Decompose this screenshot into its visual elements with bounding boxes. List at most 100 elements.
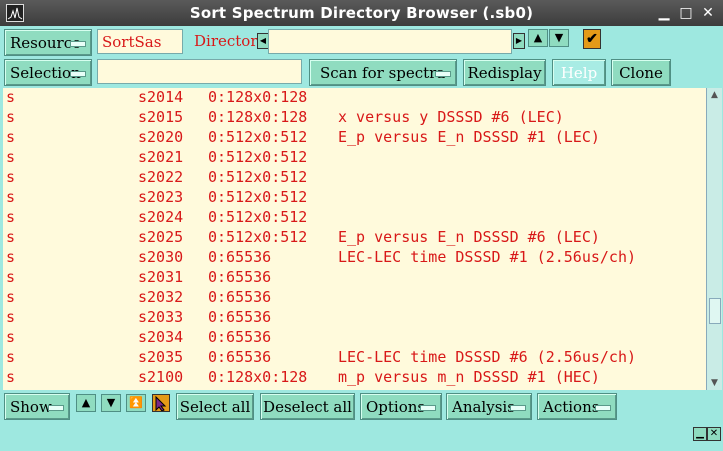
spectrum-desc: m_p versus m_n DSSSD #1 (HEC) xyxy=(338,368,600,386)
spectrum-type: s xyxy=(6,348,16,366)
deselect-all-button[interactable]: Deselect all xyxy=(260,393,355,420)
spectrum-name: s2022 xyxy=(138,168,184,186)
spectrum-desc: x versus y DSSSD #6 (LEC) xyxy=(338,108,564,126)
spectrum-name: s2024 xyxy=(138,208,184,226)
spectrum-name: s2025 xyxy=(138,228,184,246)
panel-minimize-button[interactable]: ▁ xyxy=(693,427,707,441)
deselect-all-label: Deselect all xyxy=(263,397,352,416)
right-arrow-icon: ▶ xyxy=(515,36,523,45)
spectrum-size: 0:65536 xyxy=(208,328,272,346)
spectrum-size: 0:65536 xyxy=(208,268,272,286)
dropdown-indicator-icon xyxy=(70,70,86,77)
spectrum-name: s2100 xyxy=(138,368,184,386)
minimize-button[interactable]: ▁ xyxy=(655,4,673,22)
actions-menu[interactable]: Actions xyxy=(537,393,617,420)
dropdown-indicator-icon xyxy=(420,404,436,411)
spectrum-size: 0:65536 xyxy=(208,308,272,326)
spectrum-type: s xyxy=(6,308,16,326)
spectrum-name: s2020 xyxy=(138,128,184,146)
spectrum-size: 0:512x0:512 xyxy=(208,188,308,206)
spectrum-name: s2030 xyxy=(138,248,184,266)
spectrum-desc: LEC-LEC time DSSSD #1 (2.56us/ch) xyxy=(338,248,637,266)
redisplay-label: Redisplay xyxy=(467,63,542,82)
scrollbar-thumb[interactable] xyxy=(709,298,721,324)
dropdown-indicator-icon xyxy=(48,404,64,411)
resource-menu[interactable]: Resource xyxy=(4,29,92,56)
panel-close-button[interactable]: ✕ xyxy=(707,427,721,441)
double-up-arrow-icon: ⏫ xyxy=(129,396,143,409)
maximize-button[interactable]: □ xyxy=(677,4,695,22)
redisplay-button[interactable]: Redisplay xyxy=(463,59,546,86)
spectrum-name: s2021 xyxy=(138,148,184,166)
dropdown-indicator-icon xyxy=(435,70,451,77)
dropdown-indicator-icon xyxy=(595,404,611,411)
help-label: Help xyxy=(560,63,598,82)
options-menu[interactable]: Options xyxy=(360,393,442,420)
move-top-button[interactable]: ⏫ xyxy=(126,394,146,412)
title-bar: Sort Spectrum Directory Browser (.sb0) ▁… xyxy=(0,0,723,26)
spectrum-type: s xyxy=(6,268,16,286)
spectrum-type: s xyxy=(6,208,16,226)
spectrum-size: 0:512x0:512 xyxy=(208,148,308,166)
spectrum-name: s2031 xyxy=(138,268,184,286)
spectrum-name: s2035 xyxy=(138,348,184,366)
spectrum-type: s xyxy=(6,148,16,166)
clone-label: Clone xyxy=(619,63,663,82)
scroll-up-arrow-icon[interactable]: ▲ xyxy=(709,90,720,100)
scroll-down-arrow-icon[interactable]: ▼ xyxy=(709,378,720,388)
spectrum-type: s xyxy=(6,288,16,306)
spectrum-type: s xyxy=(6,248,16,266)
scroll-down-button[interactable]: ▼ xyxy=(549,29,569,47)
vertical-scrollbar[interactable]: ▲ ▼ xyxy=(706,88,722,390)
spectrum-size: 0:128x0:128 xyxy=(208,88,308,106)
move-up-button[interactable]: ▲ xyxy=(76,394,96,412)
scan-for-spectra-menu[interactable]: Scan for spectra xyxy=(309,59,457,86)
spectrum-desc: E_p versus E_n DSSSD #6 (LEC) xyxy=(338,228,600,246)
select-all-label: Select all xyxy=(179,397,251,416)
spectrum-desc: LEC-LEC time DSSSD #6 (2.56us/ch) xyxy=(338,348,637,366)
spectrum-name: s2023 xyxy=(138,188,184,206)
spectrum-size: 0:65536 xyxy=(208,248,272,266)
spectrum-name: s2015 xyxy=(138,108,184,126)
spectrum-type: s xyxy=(6,168,16,186)
down-arrow-icon: ▼ xyxy=(554,31,564,44)
spectrum-type: s xyxy=(6,328,16,346)
up-arrow-icon: ▲ xyxy=(81,396,91,409)
help-button[interactable]: Help xyxy=(552,59,606,86)
spectrum-desc: E_p versus E_n DSSSD #1 (LEC) xyxy=(338,128,600,146)
spectrum-size: 0:512x0:512 xyxy=(208,168,308,186)
minimize-icon: ▁ xyxy=(696,428,704,439)
clone-button[interactable]: Clone xyxy=(611,59,671,86)
spectrum-size: 0:512x0:512 xyxy=(208,208,308,226)
spectrum-size: 0:65536 xyxy=(208,348,272,366)
directory-scroll-right-button[interactable]: ▶ xyxy=(513,33,525,49)
select-all-button[interactable]: Select all xyxy=(176,393,254,420)
show-checkbox[interactable] xyxy=(152,394,170,412)
selection-menu[interactable]: Selection xyxy=(4,59,92,86)
analysis-menu[interactable]: Analysis xyxy=(446,393,532,420)
spectrum-type: s xyxy=(6,368,16,386)
spectrum-list[interactable]: s s2014 0:128x0:128 s s2015 0:128x0:128 x vers… xyxy=(3,88,706,390)
directory-label: Directory xyxy=(194,32,266,50)
spectrum-name: s2032 xyxy=(138,288,184,306)
show-menu[interactable]: Show xyxy=(4,393,70,420)
maximize-icon: □ xyxy=(679,5,693,21)
down-arrow-icon: ▼ xyxy=(106,396,116,409)
spectrum-size: 0:512x0:512 xyxy=(208,228,308,246)
resource-field[interactable]: SortSas xyxy=(97,29,183,54)
window-title: Sort Spectrum Directory Browser (.sb0) xyxy=(189,4,534,22)
close-icon: ✕ xyxy=(709,428,719,439)
checkmark-icon: ✔ xyxy=(586,31,598,47)
close-button[interactable]: ✕ xyxy=(699,4,717,22)
move-down-button[interactable]: ▼ xyxy=(101,394,121,412)
spectrum-size: 0:512x0:512 xyxy=(208,128,308,146)
scroll-up-button[interactable]: ▲ xyxy=(528,29,548,47)
left-arrow-icon: ◀ xyxy=(259,36,267,45)
up-arrow-icon: ▲ xyxy=(533,31,543,44)
selection-field[interactable] xyxy=(97,59,302,84)
dropdown-indicator-icon xyxy=(70,40,86,47)
mouse-cursor-icon xyxy=(155,395,167,412)
spectrum-name: s2014 xyxy=(138,88,184,106)
directory-checkbox[interactable]: ✔ xyxy=(583,29,601,49)
directory-field[interactable] xyxy=(268,29,512,54)
